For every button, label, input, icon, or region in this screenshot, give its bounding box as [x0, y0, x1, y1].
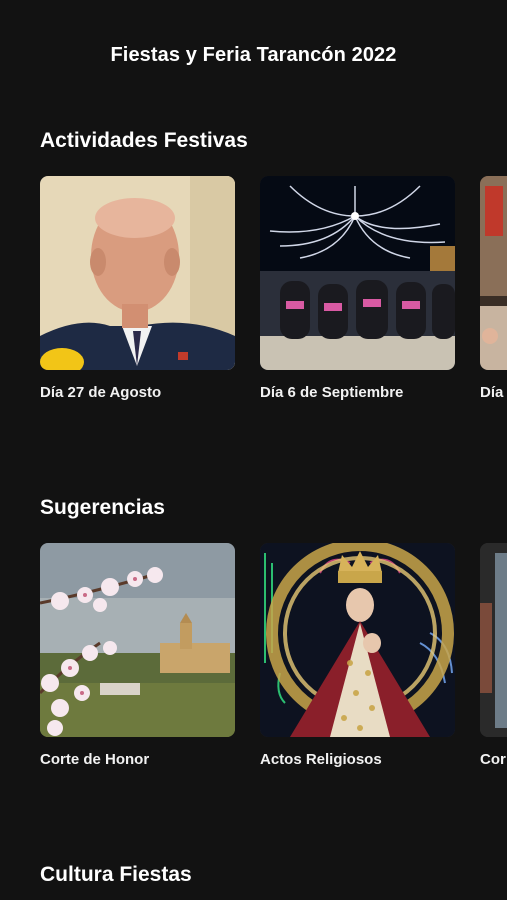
card-corte-de-honor[interactable]: Corte de Honor — [40, 543, 235, 768]
section-title-sugerencias: Sugerencias — [40, 496, 165, 519]
card-cor[interactable]: Cor — [480, 543, 507, 768]
street-crowd-photo — [480, 176, 507, 370]
elderly-man-interview-photo — [40, 176, 235, 370]
carousel-sugerencias[interactable]: Corte de Honor Actos Religiosos Cor — [0, 543, 507, 783]
card-label: Día 6 de Septiembre — [260, 384, 404, 401]
card-dia-6-septiembre[interactable]: Día 6 de Septiembre — [260, 176, 455, 401]
virgin-statue-photo — [260, 543, 455, 737]
card-label: Día 27 de Agosto — [40, 384, 162, 401]
almond-blossom-town-photo — [40, 543, 235, 737]
card-dia[interactable]: Día — [480, 176, 507, 401]
card-label: Día — [480, 384, 504, 401]
card-actos-religiosos[interactable]: Actos Religiosos — [260, 543, 455, 768]
card-label: Actos Religiosos — [260, 751, 382, 768]
section-title-cultura-fiestas: Cultura Fiestas — [40, 863, 192, 886]
card-label: Corte de Honor — [40, 751, 150, 768]
section-title-actividades-festivas: Actividades Festivas — [40, 129, 248, 152]
carousel-actividades-festivas[interactable]: Día 27 de Agosto Día 6 de Septiembre Día — [0, 176, 507, 416]
card-label: Cor — [480, 751, 506, 768]
card-dia-27-agosto[interactable]: Día 27 de Agosto — [40, 176, 235, 401]
festival-lights-night-photo — [260, 176, 455, 370]
poster-photo — [480, 543, 507, 737]
page-title: Fiestas y Feria Tarancón 2022 — [110, 44, 397, 66]
